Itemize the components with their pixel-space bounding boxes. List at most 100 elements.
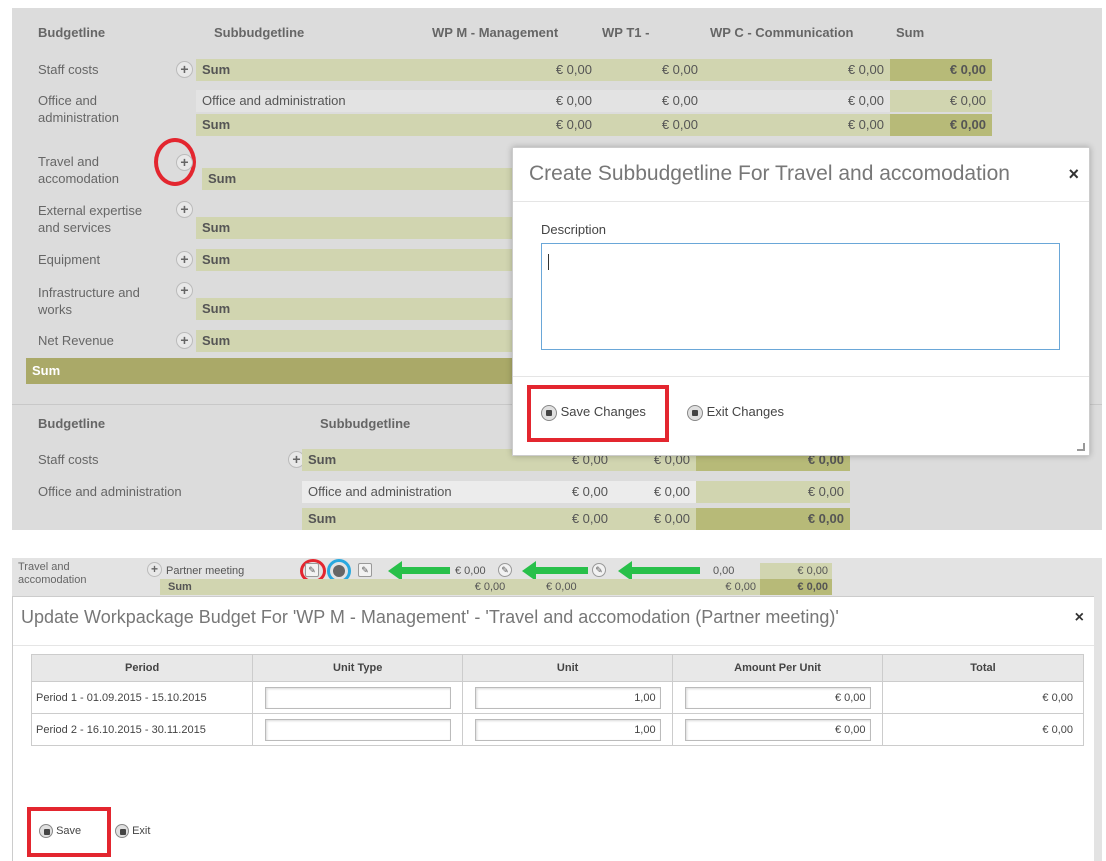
dialog-title: Create Subbudgetline For Travel and acco… [529,162,1010,185]
exit-changes-button[interactable]: Exit Changes [687,403,784,421]
close-icon[interactable]: × [1068,164,1079,185]
sum-cell: € 0,00 [696,508,850,530]
exit-icon [687,404,703,421]
unit-input[interactable]: 1,00 [474,718,661,741]
add-subbudgetline-icon[interactable]: + [176,61,193,78]
value-cell: € 0,00 [598,114,704,136]
unit-type-input[interactable] [264,686,451,709]
subbudgetline-label: Office and administration [302,481,524,503]
sub-sum-label: Sum [202,168,426,190]
add-subbudgetline-icon[interactable]: + [176,251,193,268]
table-row: Sum [12,217,512,239]
table-row: Office and administration € 0,00 € 0,00 … [12,90,992,112]
resize-handle-icon[interactable] [1077,443,1085,451]
column-header: Unit [462,654,674,682]
dialog-title: Update Workpackage Budget For 'WP M - Ma… [21,607,839,627]
table-header-row: Period Unit Type Unit Amount Per Unit To… [30,654,1084,682]
text-caret [548,254,549,270]
exit-button[interactable]: Exit [115,823,150,839]
table-row: Net Revenue + Sum [12,330,512,352]
table-row: Sum [12,168,512,190]
exit-icon [115,824,129,839]
value-cell: € 0,00 [598,90,704,112]
sub-sum-label: Sum [196,217,426,239]
value-cell [426,330,512,352]
save-changes-label: Save Changes [560,404,646,419]
sub-sum-label: Sum [302,508,524,530]
table-row: Office and administration Office and adm… [12,481,872,503]
close-icon[interactable]: × [1075,609,1084,627]
value-cell: € 0,00 [426,59,598,81]
budget-periods-table: Period Unit Type Unit Amount Per Unit To… [30,654,1084,746]
add-subbudgetline-icon[interactable]: + [176,332,193,349]
sum-cell: € 0,00 [696,481,850,503]
table-row: Sum € 0,00 € 0,00 € 0,00 € 0,00 [12,114,992,136]
edit-icon[interactable]: ✎ [592,563,606,577]
value-cell [426,249,512,271]
value-cell: € 0,00 [614,508,696,530]
value-cell: € 0,00 [524,481,614,503]
table-row: Period 1 - 01.09.2015 - 15.10.2015 1,00 … [30,681,1084,714]
total-sum-label: Sum [26,358,426,384]
sum-cell: € 0,00 [760,563,832,579]
sum-cell: € 0,00 [760,579,832,595]
amount-per-unit-input[interactable]: € 0,00 [684,718,871,741]
sub-sum-label: Sum [160,579,454,595]
sum-cell: € 0,00 [890,90,992,112]
description-textarea[interactable] [541,243,1060,350]
period-cell: Period 2 - 16.10.2015 - 30.11.2015 [30,713,254,746]
save-label: Save [56,825,82,837]
value-cell: 0,00 [713,565,735,577]
save-button[interactable]: Save [39,823,81,839]
save-icon [39,824,53,839]
value-cell: € 0,00 [426,114,598,136]
edit-icon[interactable]: ✎ [498,563,512,577]
budgetline-label: Staff costs [38,62,99,77]
value-cell: € 0,00 [524,508,614,530]
total-value: € 0,00 [1042,723,1073,736]
value-cell [426,358,512,384]
budgetline-label: Equipment [38,252,101,267]
value-cell [426,217,512,239]
description-label: Description [541,222,607,237]
add-subbudgetline-icon[interactable]: + [147,562,162,577]
sub-sum-label: Sum [302,449,524,471]
value-cell: € 0,00 [704,114,890,136]
column-header: Unit Type [252,654,464,682]
value-cell [426,168,512,190]
column-header: Total [882,654,1084,682]
sum-cell: € 0,00 [890,59,992,81]
table-row: Period 2 - 16.10.2015 - 30.11.2015 1,00 … [30,713,1084,746]
save-icon [541,404,557,421]
period-cell: Period 1 - 01.09.2015 - 15.10.2015 [30,681,254,714]
arrow-annotation [522,561,588,581]
divider [513,201,1089,202]
add-subbudgetline-icon[interactable]: + [176,282,193,299]
sub-sum-label: Sum [196,114,426,136]
sum-cell: € 0,00 [890,114,992,136]
delete-icon[interactable] [333,565,345,577]
unit-input[interactable]: 1,00 [474,686,661,709]
amount-per-unit-input[interactable]: € 0,00 [684,686,871,709]
value-cell: € 0,00 [598,59,704,81]
sub-sum-label: Sum [196,298,426,320]
column-header: Period [30,654,254,682]
header-budgetline: Budgetline [38,25,106,40]
value-cell: € 0,00 [704,90,890,112]
exit-changes-label: Exit Changes [706,404,784,419]
edit-icon[interactable]: ✎ [358,563,372,577]
header-budgetline: Budgetline [38,416,106,431]
update-workpackage-budget-dialog: Update Workpackage Budget For 'WP M - Ma… [12,596,1094,861]
budgetline-label: Office and administration [38,484,182,499]
edit-icon[interactable]: ✎ [305,563,319,577]
total-row: Sum [12,358,512,384]
header-subbudgetline: Subbudgetline [214,25,305,40]
total-value: € 0,00 [1042,691,1073,704]
value-cell: € 0,00 [455,565,486,577]
save-changes-button[interactable]: Save Changes [541,403,646,421]
add-subbudgetline-icon[interactable]: + [176,201,193,218]
sub-sum-label: Sum [196,249,426,271]
subbudgetline-label: Office and administration [196,90,426,112]
table-row: Sum [12,298,512,320]
unit-type-input[interactable] [264,718,451,741]
